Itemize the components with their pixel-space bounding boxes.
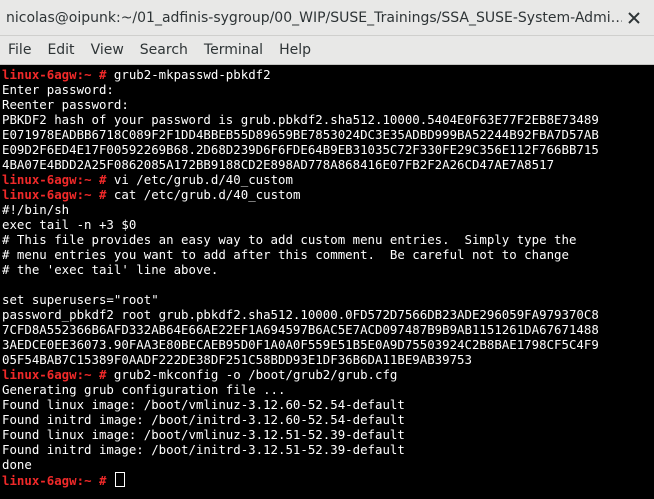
terminal-output-line: PBKDF2 hash of your password is grub.pbk… <box>2 112 654 127</box>
output-text: Enter password: <box>2 82 114 97</box>
output-text: #!/bin/sh <box>2 202 70 217</box>
terminal-cursor <box>114 472 125 487</box>
title-bar: nicolas@oipunk:~/01_adfinis-sygroup/00_W… <box>0 0 654 36</box>
terminal-output-line: Found initrd image: /boot/initrd-3.12.60… <box>2 412 654 427</box>
terminal-prompt-line: linux-6agw:~ # grub2-mkconfig -o /boot/g… <box>2 367 654 382</box>
menu-search[interactable]: Search <box>134 42 194 58</box>
output-text: E09D2F6ED4E17F00592269B68.2D68D239D6F6FD… <box>2 142 599 157</box>
terminal-output-line: 05F54BAB7C15389F0AADF222DE38DF251C58BDD9… <box>2 352 654 367</box>
output-text: 3AEDCE0EE36073.90FAA3E80BECAEB95D0F1A0A0… <box>2 337 599 352</box>
terminal-output-line: E071978EADBB6718C089F2F1DD4BBEB55D89659B… <box>2 127 654 142</box>
terminal-output-line: #!/bin/sh <box>2 202 654 217</box>
prompt-symbol: ~ # <box>84 67 107 82</box>
output-text: Generating grub configuration file ... <box>2 382 286 397</box>
terminal-output-line: # menu entries you want to add after thi… <box>2 247 654 262</box>
terminal-output-line: set superusers="root" <box>2 292 654 307</box>
terminal-area[interactable]: linux-6agw:~ # grub2-mkpasswd-pbkdf2 Ente… <box>0 65 654 499</box>
menu-view[interactable]: View <box>85 42 130 58</box>
menu-file[interactable]: File <box>2 42 37 58</box>
output-text: Found linux image: /boot/vmlinuz-3.12.60… <box>2 397 405 412</box>
terminal-prompt-line: linux-6agw:~ # <box>2 472 654 488</box>
menu-help[interactable]: Help <box>273 42 317 58</box>
terminal-output-line: exec tail -n +3 $0 <box>2 217 654 232</box>
prompt-host: linux-6agw: <box>2 67 85 82</box>
terminal-output-line: # This file provides an easy way to add … <box>2 232 654 247</box>
output-text: Found initrd image: /boot/initrd-3.12.60… <box>2 412 405 427</box>
output-text: # the 'exec tail' line above. <box>2 262 219 277</box>
terminal-output-line: Found linux image: /boot/vmlinuz-3.12.60… <box>2 397 654 412</box>
output-text: Found linux image: /boot/vmlinuz-3.12.51… <box>2 427 405 442</box>
output-text: set superusers="root" <box>2 292 159 307</box>
terminal-output-line: E09D2F6ED4E17F00592269B68.2D68D239D6F6FD… <box>2 142 654 157</box>
close-button[interactable] <box>622 6 646 30</box>
output-text: done <box>2 457 32 472</box>
terminal-output: linux-6agw:~ # grub2-mkpasswd-pbkdf2 Ente… <box>0 65 654 488</box>
prompt-host: linux-6agw: <box>2 172 85 187</box>
terminal-output-line: 4BA07E4BDD2A25F0862085A172BB9188CD2E898A… <box>2 157 654 172</box>
output-text: Reenter password: <box>2 97 129 112</box>
menu-edit[interactable]: Edit <box>41 42 80 58</box>
command-text: grub2-mkpasswd-pbkdf2 <box>106 67 271 82</box>
command-text: vi /etc/grub.d/40_custom <box>106 172 293 187</box>
terminal-output-line: 7CFD8A552366B6AFD332AB64E66AE22EF1A69459… <box>2 322 654 337</box>
output-text: exec tail -n +3 $0 <box>2 217 137 232</box>
close-icon <box>628 11 640 24</box>
output-text: password_pbkdf2 root grub.pbkdf2.sha512.… <box>2 307 599 322</box>
output-text: E071978EADBB6718C089F2F1DD4BBEB55D89659B… <box>2 127 599 142</box>
terminal-output-line: password_pbkdf2 root grub.pbkdf2.sha512.… <box>2 307 654 322</box>
command-text: cat /etc/grub.d/40_custom <box>106 187 301 202</box>
output-text: 7CFD8A552366B6AFD332AB64E66AE22EF1A69459… <box>2 322 599 337</box>
prompt-symbol: ~ # <box>84 367 107 382</box>
output-text: 05F54BAB7C15389F0AADF222DE38DF251C58BDD9… <box>2 352 472 367</box>
prompt-host: linux-6agw: <box>2 367 85 382</box>
terminal-prompt-line: linux-6agw:~ # cat /etc/grub.d/40_custom <box>2 187 654 202</box>
output-text: 4BA07E4BDD2A25F0862085A172BB9188CD2E898A… <box>2 157 555 172</box>
terminal-output-line: Enter password: <box>2 82 654 97</box>
prompt-symbol: ~ # <box>84 172 107 187</box>
terminal-output-line: Generating grub configuration file ... <box>2 382 654 397</box>
terminal-output-line: Found initrd image: /boot/initrd-3.12.51… <box>2 442 654 457</box>
output-text: # menu entries you want to add after thi… <box>2 247 569 262</box>
terminal-prompt-line: linux-6agw:~ # vi /etc/grub.d/40_custom <box>2 172 654 187</box>
prompt-host: linux-6agw: <box>2 473 85 488</box>
command-text: grub2-mkconfig -o /boot/grub2/grub.cfg <box>106 367 398 382</box>
prompt-host: linux-6agw: <box>2 187 85 202</box>
output-text: PBKDF2 hash of your password is grub.pbk… <box>2 112 599 127</box>
output-text: # This file provides an easy way to add … <box>2 232 577 247</box>
prompt-symbol: ~ # <box>84 473 107 488</box>
output-text: Found initrd image: /boot/initrd-3.12.51… <box>2 442 405 457</box>
menu-terminal[interactable]: Terminal <box>198 42 269 58</box>
window-title: nicolas@oipunk:~/01_adfinis-sygroup/00_W… <box>6 9 622 26</box>
terminal-prompt-line: linux-6agw:~ # grub2-mkpasswd-pbkdf2 <box>2 67 654 82</box>
terminal-output-line: Found linux image: /boot/vmlinuz-3.12.51… <box>2 427 654 442</box>
prompt-symbol: ~ # <box>84 187 107 202</box>
menu-bar: File Edit View Search Terminal Help <box>0 36 654 65</box>
terminal-output-line: done <box>2 457 654 472</box>
terminal-output-line: # the 'exec tail' line above. <box>2 262 654 277</box>
terminal-output-line: Reenter password: <box>2 97 654 112</box>
terminal-output-line: 3AEDCE0EE36073.90FAA3E80BECAEB95D0F1A0A0… <box>2 337 654 352</box>
